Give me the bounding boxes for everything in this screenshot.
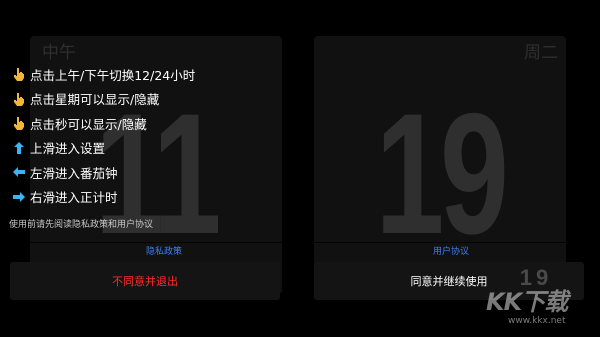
hint-text: 右滑进入正计时: [30, 190, 118, 206]
arrow-right-icon: [10, 191, 28, 202]
pointing-hand-icon: [10, 67, 28, 82]
hint-text: 点击星期可以显示/隐藏: [30, 92, 160, 108]
hint-item: 右滑进入正计时: [10, 185, 195, 210]
watermark-url: www.kkx.net: [508, 316, 566, 326]
hint-item: 点击上午/下午切换12/24小时: [10, 62, 195, 87]
pointing-hand-icon: [10, 92, 28, 106]
hint-text: 点击上午/下午切换12/24小时: [30, 67, 196, 83]
hint-item: 点击星期可以显示/隐藏: [10, 87, 195, 112]
hint-list: 点击上午/下午切换12/24小时 点击星期可以显示/隐藏 点击秒可以显示/隐藏 …: [10, 62, 195, 209]
hint-item: 上滑进入设置: [10, 136, 195, 161]
watermark: KK下载 www.kkx.net: [482, 282, 600, 337]
hint-item: 点击秒可以显示/隐藏: [10, 111, 195, 136]
hint-text: 点击秒可以显示/隐藏: [30, 116, 147, 132]
disagree-exit-button[interactable]: 不同意并退出: [10, 262, 280, 300]
privacy-notice: 使用前请先阅读隐私政策和用户协议: [9, 220, 154, 230]
hint-item: 左滑进入番茄钟: [10, 160, 195, 185]
hint-text: 左滑进入番茄钟: [30, 165, 118, 181]
pointing-hand-icon: [10, 116, 28, 131]
arrow-left-icon: [10, 167, 28, 178]
watermark-logo: KK下载: [486, 288, 568, 316]
arrow-up-icon: [10, 141, 28, 154]
hint-text: 上滑进入设置: [30, 141, 106, 157]
user-agreement-link[interactable]: 用户协议: [433, 244, 469, 257]
privacy-policy-link[interactable]: 隐私政策: [146, 244, 182, 257]
